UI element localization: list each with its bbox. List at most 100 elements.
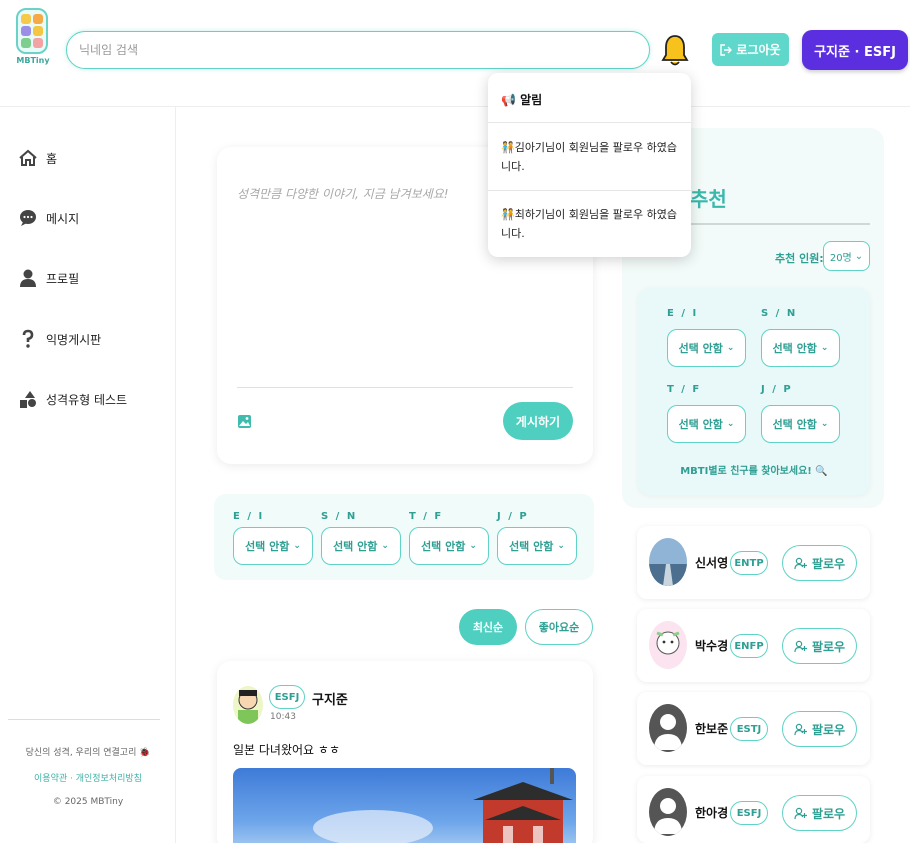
chevron-down-icon: ⌄ [381,541,389,551]
shapes-icon [20,391,36,408]
sidebar-item-profile[interactable]: 프로필 [18,268,79,288]
sidebar-item-home[interactable]: 홈 [18,148,57,168]
avatar[interactable] [649,704,687,752]
sidebar-item-personality-test[interactable]: 성격유형 테스트 [18,389,127,409]
notification-divider [488,122,691,123]
user-name[interactable]: 박수경 [695,637,728,654]
mbti-badge: ENFP [730,634,768,658]
footer-links[interactable]: 이용약관 · 개인정보처리방침 [0,771,176,784]
top-header: MBTiny 로그아웃 구지준 · ESFJ [0,0,910,107]
user-name[interactable]: 한보준 [695,720,728,737]
post-photo [313,768,573,843]
recommend-count-label: 추천 인원: [775,252,824,265]
rec-label-tf: T / F [667,384,702,395]
rec-select-tf[interactable]: 선택 안함 ⌄ [667,405,746,443]
sidebar-item-label: 익명게시판 [46,332,102,347]
recommend-title: 추천 [690,187,727,211]
user-name[interactable]: 신서영 [695,554,728,571]
post-time: 10:43 [270,712,296,722]
user-name[interactable]: 한아경 [695,804,728,821]
user-profile-button[interactable]: 구지준 · ESFJ [802,30,908,70]
notification-item[interactable]: 🧑‍🤝‍🧑김아기님이 회원님을 팔로우 하였습니다. [501,138,679,176]
mbti-badge: ESFJ [730,801,768,825]
chevron-down-icon: ⌄ [726,419,735,429]
mbti-badge: ENTP [730,551,768,575]
select-value: 선택 안함 [245,540,290,553]
avatar-image [649,538,687,586]
chat-icon [20,210,36,226]
sidebar-item-label: 성격유형 테스트 [46,392,128,407]
sidebar-item-label: 홈 [46,151,58,166]
recommend-count-select[interactable]: 20명 ⌄ [823,241,870,271]
submit-post-button[interactable]: 게시하기 [503,402,573,440]
avatar[interactable] [649,621,687,669]
app-logo[interactable]: MBTiny [16,8,50,66]
filter-select-ei[interactable]: 선택 안함 ⌄ [233,527,313,565]
sidebar-item-messages[interactable]: 메시지 [18,208,79,228]
sidebar: 홈 메시지 프로필 익명게시판 성격유형 테스트 당신의 성격, 우리의 연결고… [0,107,176,843]
select-value: 20명 [829,252,852,264]
avatar[interactable] [649,788,687,836]
sort-newest-button[interactable]: 최신순 [459,609,517,645]
filter-select-tf[interactable]: 선택 안함 ⌄ [409,527,489,565]
filter-label-sn: S / N [321,511,358,522]
avatar[interactable] [649,538,687,586]
composer-textarea[interactable]: 성격만큼 다양한 이야기, 지금 남겨보세요! [237,185,449,202]
chevron-down-icon: ⌄ [854,250,864,262]
question-icon [22,329,34,348]
add-user-icon [794,557,807,569]
logout-icon [720,43,733,56]
select-value: 선택 안함 [772,342,817,355]
mbti-badge: ESTJ [730,717,768,741]
rec-select-jp[interactable]: 선택 안함 ⌄ [761,405,840,443]
avatar-image [649,621,687,669]
search-bar[interactable] [66,31,650,69]
filter-select-sn[interactable]: 선택 안함 ⌄ [321,527,401,565]
rec-select-sn[interactable]: 선택 안함 ⌄ [761,329,840,367]
image-upload-icon[interactable] [237,414,252,429]
filter-label-tf: T / F [409,511,444,522]
composer-divider [237,387,573,388]
footer-copyright: © 2025 MBTiny [52,797,124,807]
logo-icon [16,8,48,54]
chevron-down-icon: ⌄ [726,343,735,353]
filter-label-jp: J / P [497,511,529,522]
post-author[interactable]: 구지준 [312,689,348,708]
add-user-icon [794,807,807,819]
avatar[interactable] [233,686,263,724]
follow-button[interactable]: 팔로우 [782,545,857,581]
select-value: 선택 안함 [421,540,466,553]
notification-divider [488,190,691,191]
filter-label-ei: E / I [233,511,265,522]
sidebar-item-anonymous-board[interactable]: 익명게시판 [18,329,101,349]
follow-button[interactable]: 팔로우 [782,711,857,747]
follow-label: 팔로우 [811,639,846,654]
logout-button[interactable]: 로그아웃 [712,33,789,66]
sidebar-divider [8,719,160,720]
notification-item[interactable]: 🧑‍🤝‍🧑최하기님이 회원님을 팔로우 하였습니다. [501,205,679,243]
logo-text: MBTiny [16,56,50,65]
notification-title: 📢 알림 [501,93,543,107]
rec-select-ei[interactable]: 선택 안함 ⌄ [667,329,746,367]
sort-likes-button[interactable]: 좋아요순 [525,609,593,645]
follow-label: 팔로우 [811,806,846,821]
chevron-down-icon: ⌄ [293,541,301,551]
follow-button[interactable]: 팔로우 [782,795,857,831]
follow-button[interactable]: 팔로우 [782,628,857,664]
feed-mbti-filter: E / I S / N T / F J / P 선택 안함 ⌄ 선택 안함 ⌄ 선택… [214,494,594,580]
default-avatar-icon [649,704,687,752]
chevron-down-icon: ⌄ [820,343,829,353]
footer-tagline: 당신의 성격, 우리의 연결고리 🐞 [25,748,151,758]
add-user-icon [794,640,807,652]
post-image[interactable] [233,768,576,843]
home-icon [19,149,37,166]
recommend-user-card: 박수경 ENFP 팔로우 [637,609,870,682]
mbti-badge: ESFJ [269,685,305,709]
bell-icon[interactable] [661,34,689,68]
rec-label-ei: E / I [667,308,699,319]
post-text: 일본 다녀왔어요 ㅎㅎ [233,743,340,757]
filter-select-jp[interactable]: 선택 안함 ⌄ [497,527,577,565]
sidebar-item-label: 메시지 [46,211,80,226]
search-input[interactable] [79,43,649,57]
rec-label-jp: J / P [761,384,793,395]
